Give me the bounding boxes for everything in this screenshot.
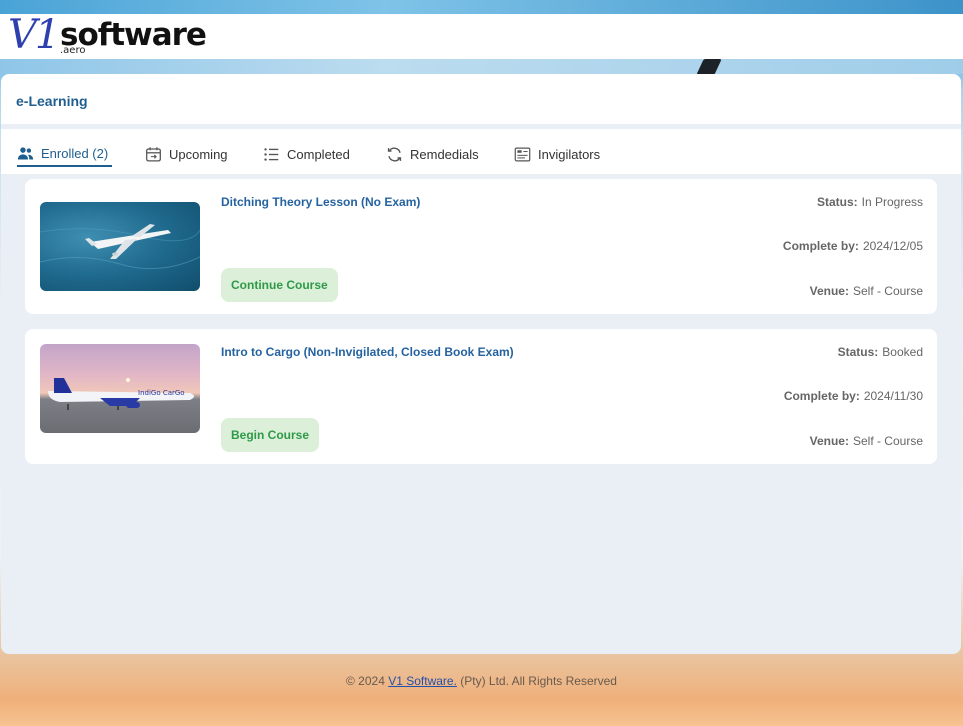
course-card: Ditching Theory Lesson (No Exam) Continu…: [25, 179, 937, 314]
course-title-link[interactable]: Intro to Cargo (Non-Invigilated, Closed …: [221, 345, 514, 359]
course-complete-by: Complete by: 2024/12/05: [783, 239, 923, 253]
footer: © 2024 V1 Software. (Pty) Ltd. All Right…: [0, 674, 963, 688]
logo-v1: V1: [8, 12, 60, 58]
tab-upcoming[interactable]: Upcoming: [145, 141, 228, 167]
footer-rights: (Pty) Ltd. All Rights Reserved: [456, 674, 617, 688]
tab-label: Invigilators: [538, 146, 601, 162]
tab-bar: Enrolled (2) Upcoming Completed Remdedia…: [1, 129, 961, 174]
footer-company-link[interactable]: V1 Software.: [388, 674, 457, 688]
list-icon: [264, 147, 279, 161]
footer-copyright: © 2024: [346, 674, 389, 688]
id-card-icon: [514, 147, 531, 161]
page-title: e-Learning: [16, 93, 88, 109]
begin-course-button[interactable]: Begin Course: [221, 418, 320, 452]
logo-aero: .aero: [60, 45, 86, 56]
venue-label: Venue:: [809, 434, 849, 448]
tab-enrolled[interactable]: Enrolled (2): [17, 141, 112, 167]
complete-by-label: Complete by:: [782, 239, 859, 253]
course-status: Status: In Progress: [817, 195, 923, 209]
course-status: Status: Booked: [838, 345, 923, 359]
status-label: Status:: [837, 345, 879, 359]
tab-invigilators[interactable]: Invigilators: [514, 141, 600, 167]
venue-value: Self - Course: [852, 284, 923, 298]
tab-completed[interactable]: Completed: [263, 141, 350, 167]
tab-label: Remdedials: [410, 146, 479, 162]
calendar-icon: [146, 146, 161, 162]
course-complete-by: Complete by: 2024/11/30: [784, 389, 923, 403]
airplane-over-sea-image: [40, 224, 200, 270]
elearning-panel: e-Learning Enrolled (2) Upcoming Complet…: [1, 74, 961, 654]
tab-remedials[interactable]: Remdedials: [386, 141, 479, 167]
complete-by-value: 2024/12/05: [862, 239, 923, 253]
tab-label: Upcoming: [169, 146, 228, 162]
venue-label: Venue:: [809, 284, 849, 298]
complete-by-label: Complete by:: [783, 389, 860, 403]
background-strip: [0, 59, 963, 74]
continue-course-button[interactable]: Continue Course: [221, 268, 338, 302]
thumbnail-livery-text: IndiGo CarGo: [138, 389, 185, 397]
status-value: Booked: [882, 345, 923, 359]
panel-header: e-Learning: [1, 74, 961, 124]
status-value: In Progress: [861, 195, 923, 209]
refresh-icon: [387, 147, 402, 161]
v1-software-logo[interactable]: V1 software .aero: [8, 12, 208, 59]
status-label: Status:: [816, 195, 858, 209]
background-strip: [0, 0, 963, 14]
course-venue: Venue: Self - Course: [810, 284, 923, 298]
venue-value: Self - Course: [852, 434, 923, 448]
header-bar: V1 software .aero: [0, 12, 963, 59]
course-thumbnail: [40, 202, 200, 291]
course-thumbnail: IndiGo CarGo: [40, 344, 200, 433]
users-icon: [17, 146, 34, 159]
tab-label: Enrolled (2): [41, 145, 109, 161]
course-title-link[interactable]: Ditching Theory Lesson (No Exam): [221, 195, 420, 209]
course-card: IndiGo CarGo Intro to Cargo (Non-Invigil…: [25, 329, 937, 464]
complete-by-value: 2024/11/30: [863, 389, 923, 403]
tab-label: Completed: [287, 146, 350, 162]
course-venue: Venue: Self - Course: [810, 434, 923, 448]
cargo-airplane-image: IndiGo CarGo: [48, 378, 194, 410]
